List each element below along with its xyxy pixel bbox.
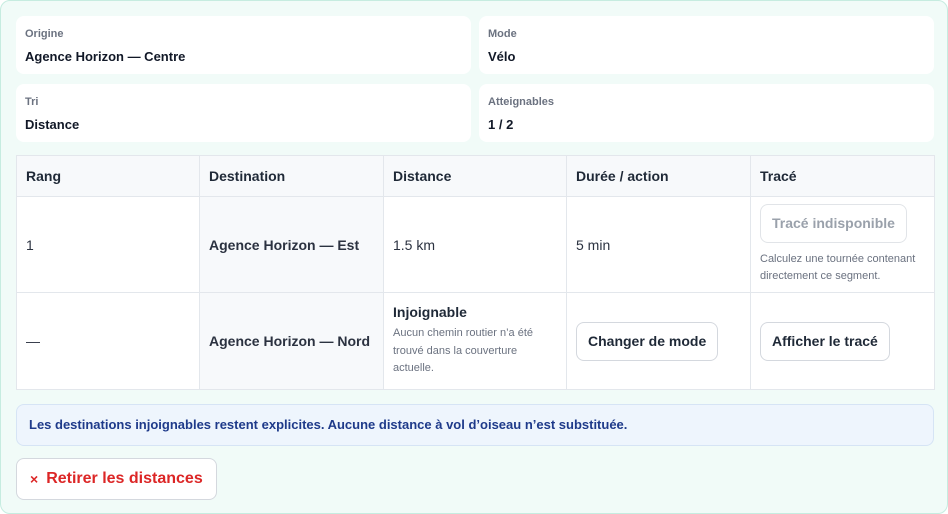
- unreachable-note: Aucun chemin routier n’a été trouvé dans…: [393, 327, 534, 375]
- reachable-card: Atteignables 1 / 2: [479, 84, 934, 142]
- row-destination: Agence Horizon — Est: [199, 196, 384, 293]
- close-icon: ×: [30, 471, 39, 487]
- mode-value: Vélo: [488, 49, 516, 64]
- reachable-value: 1 / 2: [488, 117, 514, 132]
- row-distance: 1.5 km: [383, 196, 567, 293]
- show-trace-button[interactable]: Afficher le tracé: [760, 321, 890, 361]
- reachable-label: Atteignables: [488, 96, 555, 108]
- distance-panel: Origine Agence Horizon — Centre Mode Vél…: [0, 0, 948, 514]
- trace-hint: Calculez une tournée contenant directeme…: [760, 253, 916, 282]
- header-distance: Distance: [383, 155, 567, 197]
- row-action-cell: Changer de mode: [566, 292, 751, 390]
- sort-value: Distance: [25, 117, 80, 132]
- header-trace: Tracé: [750, 155, 935, 197]
- header-rank: Rang: [16, 155, 200, 197]
- remove-distances-label: Retirer les distances: [46, 470, 203, 487]
- remove-distances-button[interactable]: × Retirer les distances: [16, 458, 217, 500]
- origin-value: Agence Horizon — Centre: [25, 49, 186, 64]
- row-trace-cell: Afficher le tracé: [750, 292, 935, 390]
- change-mode-button[interactable]: Changer de mode: [576, 321, 719, 361]
- sort-label: Tri: [25, 96, 39, 108]
- distance-table: Rang Destination Distance Durée / action…: [16, 155, 935, 390]
- row-distance-cell: Injoignable Aucun chemin routier n’a été…: [383, 292, 567, 390]
- trace-unavailable-button[interactable]: Tracé indisponible: [760, 204, 907, 243]
- row-rank: 1: [16, 196, 200, 293]
- header-destination: Destination: [199, 155, 384, 197]
- sort-card: Tri Distance: [16, 84, 471, 142]
- row-duration: 5 min: [566, 196, 751, 293]
- table-row: — Agence Horizon — Nord Injoignable Aucu…: [16, 292, 935, 390]
- mode-label: Mode: [488, 28, 517, 40]
- row-rank: —: [16, 292, 200, 390]
- origin-card: Origine Agence Horizon — Centre: [16, 16, 471, 74]
- unreachable-status: Injoignable: [393, 304, 467, 321]
- row-trace-cell: Tracé indisponible Calculez une tournée …: [750, 196, 935, 293]
- origin-label: Origine: [25, 28, 64, 40]
- header-duration-action: Durée / action: [566, 155, 751, 197]
- table-header-row: Rang Destination Distance Durée / action…: [16, 155, 935, 197]
- table-row: 1 Agence Horizon — Est 1.5 km 5 min Trac…: [16, 196, 935, 293]
- mode-card: Mode Vélo: [479, 16, 934, 74]
- info-notice: Les destinations injoignables restent ex…: [16, 404, 934, 446]
- row-destination: Agence Horizon — Nord: [199, 292, 384, 390]
